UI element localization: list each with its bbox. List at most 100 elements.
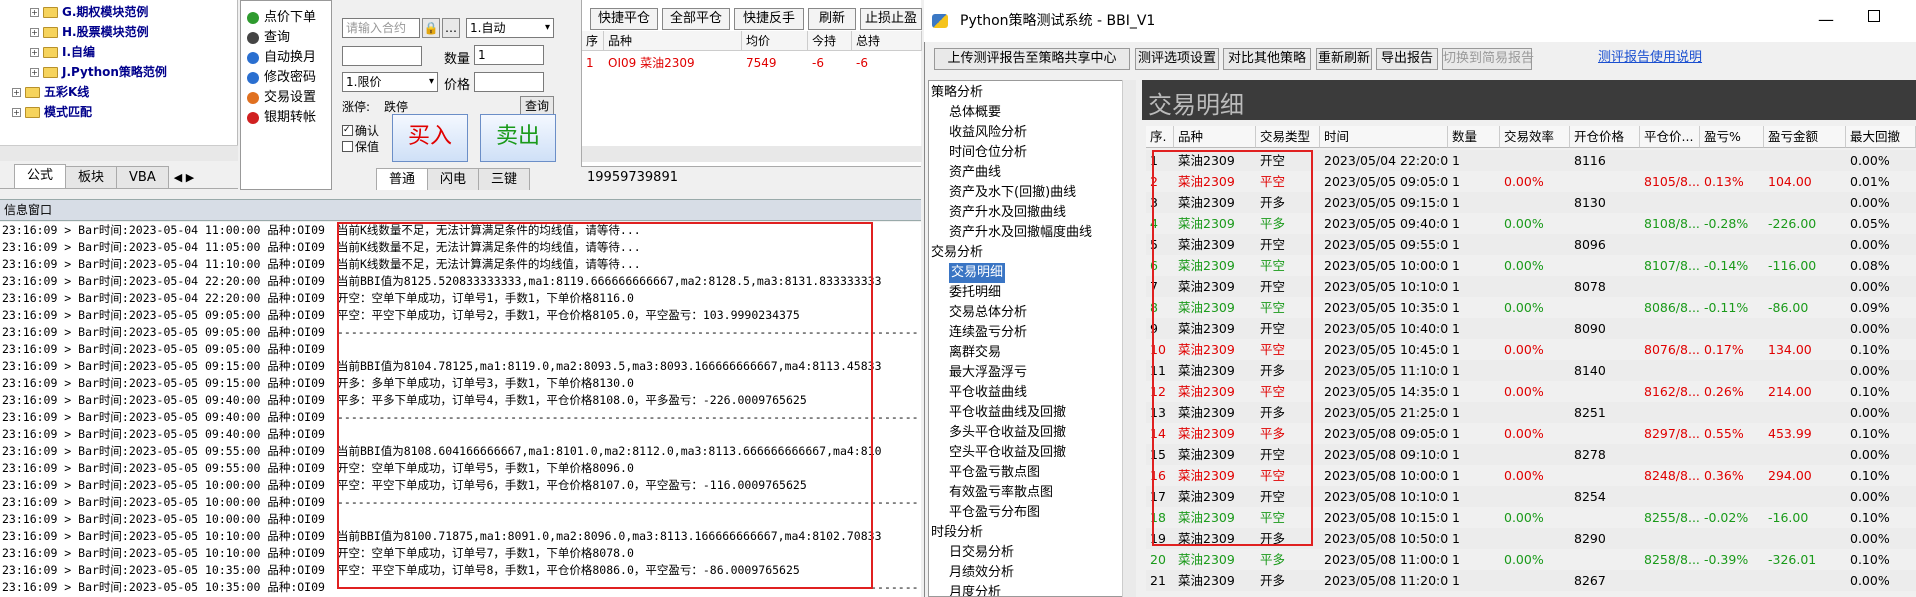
maximize-icon[interactable]	[1868, 10, 1880, 22]
nav-item[interactable]: 连续盈亏分析	[949, 323, 1027, 343]
action-item[interactable]: 修改密码	[247, 67, 316, 89]
action-item[interactable]: 查询	[247, 27, 290, 49]
tree-horizontal-scrollbar[interactable]	[0, 145, 238, 161]
detail-column-header[interactable]: 交易效率	[1500, 126, 1570, 148]
detail-column-header[interactable]: 最大回撤	[1846, 126, 1916, 148]
expand-icon[interactable]: +	[30, 7, 39, 17]
tree-item[interactable]: + H.股票模块范例	[30, 22, 149, 42]
account-field[interactable]	[342, 46, 422, 66]
detail-column-header[interactable]: 序.	[1146, 126, 1174, 148]
price-input[interactable]	[474, 72, 544, 92]
expand-icon[interactable]: +	[12, 107, 21, 117]
action-item[interactable]: 银期转帐	[247, 107, 316, 129]
help-link[interactable]: 测评报告使用说明	[1598, 46, 1702, 65]
position-action-button[interactable]: 刷新	[808, 8, 856, 30]
detail-column-header[interactable]: 数量	[1448, 126, 1500, 148]
report-toolbar-button[interactable]: 对比其他策略	[1223, 48, 1311, 70]
order-tab[interactable]: 普通	[376, 168, 429, 190]
expand-icon[interactable]: +	[12, 87, 21, 97]
detail-column-header[interactable]: 开仓价格	[1570, 126, 1640, 148]
action-item[interactable]: 交易设置	[247, 87, 316, 109]
report-toolbar-button[interactable]: 测评选项设置	[1135, 48, 1219, 70]
table-cell: 0.05%	[1850, 216, 1890, 231]
limit-up-label: 涨停:	[342, 100, 371, 114]
confirm-checkbox[interactable]: ✓ 确认	[342, 122, 379, 139]
lock-icon[interactable]: 🔒	[422, 18, 440, 38]
nav-item[interactable]: 平仓盈亏散点图	[949, 463, 1040, 483]
report-toolbar-button[interactable]: 导出报告	[1376, 48, 1438, 70]
table-cell: 294.00	[1768, 468, 1812, 483]
nav-item[interactable]: 委托明细	[949, 283, 1001, 303]
left-tab[interactable]: 公式	[14, 164, 67, 188]
table-row[interactable]: 20 菜油2309 平多 2023/05/08 11:00:00 1 0.00% 8258/…	[1146, 549, 1916, 570]
tab-scroll-arrows[interactable]: ◀ ▶	[174, 171, 194, 188]
detail-column-header[interactable]: 时间	[1320, 126, 1448, 148]
detail-column-header[interactable]: 盈亏金额	[1764, 126, 1846, 148]
report-toolbar-button[interactable]: 重新刷新	[1316, 48, 1372, 70]
order-tab[interactable]: 三键	[478, 168, 531, 190]
position-action-button[interactable]: 快捷平仓	[590, 8, 658, 30]
nav-item[interactable]: 交易明细	[949, 263, 1006, 283]
left-tab[interactable]: VBA	[116, 166, 169, 188]
nav-item[interactable]: 多头平仓收益及回撤	[949, 423, 1066, 443]
table-row[interactable]: 21 菜油2309 开多 2023/05/08 11:20:00 1 8267 0.00%	[1146, 570, 1916, 591]
left-tab[interactable]: 板块	[65, 166, 118, 188]
nav-item[interactable]: 日交易分析	[949, 543, 1014, 563]
expand-icon[interactable]: +	[30, 27, 39, 37]
nav-item[interactable]: 交易总体分析	[949, 303, 1027, 323]
action-item[interactable]: 自动换月	[247, 47, 316, 69]
nav-scrollbar[interactable]	[1122, 80, 1136, 597]
position-scrollbar[interactable]	[582, 146, 922, 162]
tree-item[interactable]: + 模式匹配	[12, 102, 92, 122]
position-action-button[interactable]: 快捷反手	[734, 8, 804, 30]
nav-item[interactable]: 空头平仓收益及回撤	[949, 443, 1066, 463]
nav-item[interactable]: 平仓收益曲线及回撤	[949, 403, 1066, 423]
hedge-checkbox[interactable]: 保值	[342, 138, 379, 155]
table-cell: -0.28%	[1704, 216, 1749, 231]
nav-item[interactable]: 资产升水及回撤曲线	[949, 203, 1066, 223]
expand-icon[interactable]: +	[30, 47, 39, 57]
price-type-select[interactable]: 1.限价	[342, 72, 438, 92]
left-tab-bar: 公式 板块 VBA ◀ ▶	[0, 163, 238, 189]
detail-column-header[interactable]: 交易类型	[1256, 126, 1320, 148]
position-cell[interactable]: 1	[582, 53, 604, 73]
order-tab[interactable]: 闪电	[427, 168, 480, 190]
minimize-icon[interactable]: —	[1818, 10, 1834, 29]
nav-item[interactable]: 资产曲线	[949, 163, 1001, 183]
tree-item[interactable]: + G.期权模块范例	[30, 2, 148, 22]
qty-input[interactable]: 1	[474, 45, 544, 65]
position-action-button[interactable]: 全部平仓	[662, 8, 730, 30]
position-cell[interactable]: -6	[808, 53, 852, 73]
nav-item[interactable]: 资产升水及回撤幅度曲线	[949, 223, 1092, 243]
nav-item[interactable]: 月绩效分析	[949, 563, 1014, 583]
detail-column-header[interactable]: 平仓价...	[1640, 126, 1700, 148]
nav-item[interactable]: 总体概要	[949, 103, 1001, 123]
nav-item[interactable]: 离群交易	[949, 343, 1001, 363]
tree-item[interactable]: + I.自编	[30, 42, 95, 62]
position-action-button[interactable]: 止损止盈	[860, 8, 922, 30]
mode-select[interactable]: 1.自动	[466, 18, 554, 38]
nav-item[interactable]: 平仓盈亏分布图	[949, 503, 1040, 523]
nav-item[interactable]: 收益风险分析	[949, 123, 1027, 143]
detail-column-header[interactable]: 盈亏%	[1700, 126, 1764, 148]
detail-column-header[interactable]: 品种	[1174, 126, 1256, 148]
nav-item[interactable]: 有效盈亏率散点图	[949, 483, 1053, 503]
more-button[interactable]: …	[442, 18, 460, 38]
tree-item[interactable]: + 五彩K线	[12, 82, 89, 102]
action-item[interactable]: 点价下单	[247, 7, 316, 29]
position-cell[interactable]: -6	[852, 53, 922, 73]
buy-button[interactable]: 买入	[392, 114, 468, 162]
nav-item[interactable]: 资产及水下(回撤)曲线	[949, 183, 1076, 203]
nav-item[interactable]: 平仓收益曲线	[949, 383, 1027, 403]
nav-item[interactable]: 时间仓位分析	[949, 143, 1027, 163]
tree-item[interactable]: + J.Python策略范例	[30, 62, 167, 82]
contract-input[interactable]: 请输入合约	[342, 18, 420, 38]
nav-item[interactable]: 最大浮盈浮亏	[949, 363, 1027, 383]
query-button[interactable]: 查询	[520, 96, 554, 116]
position-cell[interactable]: 7549	[742, 53, 808, 73]
sell-button[interactable]: 卖出	[480, 114, 556, 162]
expand-icon[interactable]: +	[30, 67, 39, 77]
nav-item[interactable]: 月度分析	[949, 583, 1001, 596]
position-cell[interactable]: OI09 菜油2309	[604, 53, 742, 73]
report-toolbar-button[interactable]: 上传测评报告至策略共享中心	[934, 48, 1130, 70]
